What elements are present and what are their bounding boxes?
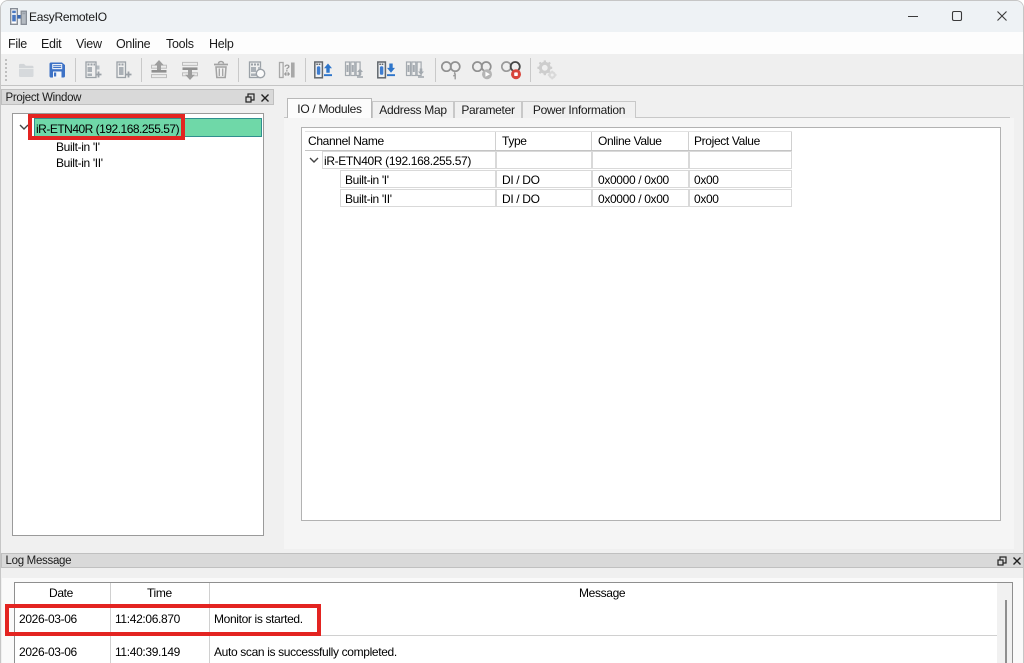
svg-text:?: ? [284,64,290,75]
